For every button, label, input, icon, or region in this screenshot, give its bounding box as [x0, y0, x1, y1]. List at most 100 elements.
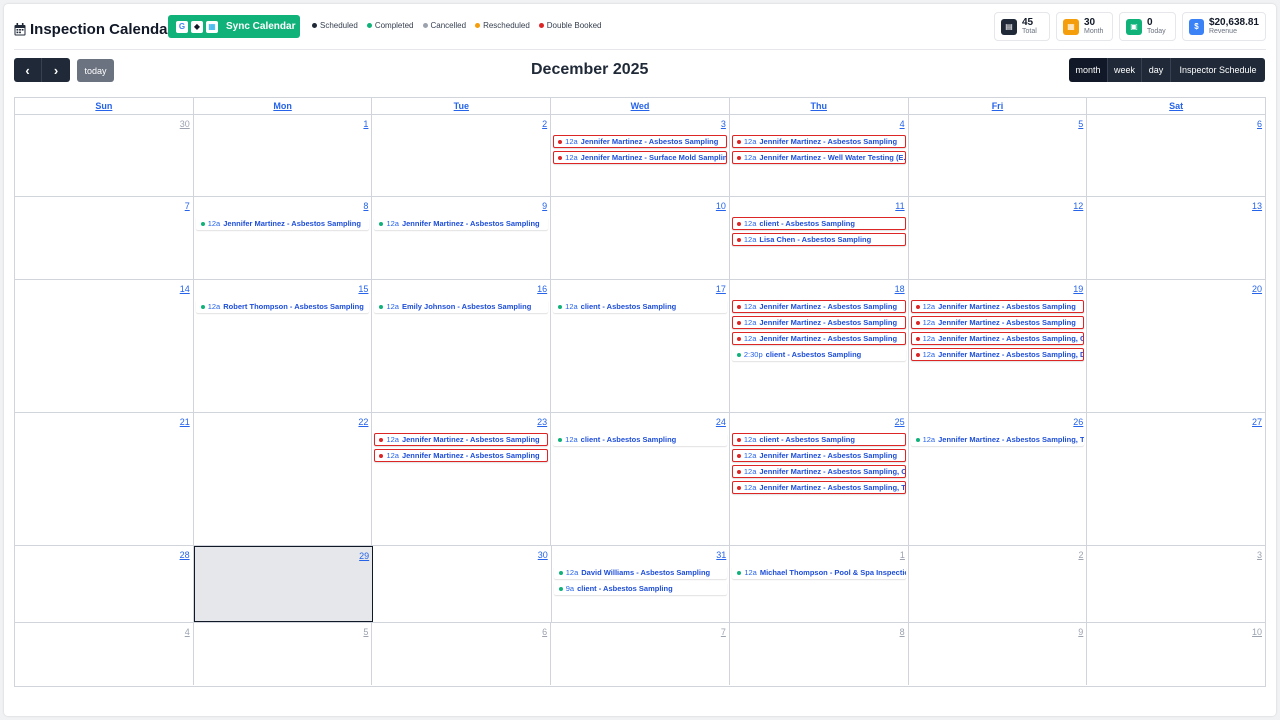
- day-cell[interactable]: 2: [372, 115, 552, 196]
- day-number[interactable]: 4: [900, 119, 905, 129]
- day-cell[interactable]: 20: [1087, 280, 1265, 412]
- day-number[interactable]: 7: [185, 201, 190, 211]
- weekday-header-mon[interactable]: Mon: [194, 98, 373, 114]
- day-cell[interactable]: 18 12a Jennifer Martinez - Asbestos Sampli…: [730, 280, 909, 412]
- view-month-button[interactable]: month: [1069, 58, 1108, 82]
- day-cell[interactable]: 7: [551, 623, 730, 685]
- day-number[interactable]: 2: [542, 119, 547, 129]
- day-number[interactable]: 7: [721, 627, 726, 637]
- calendar-event[interactable]: 9a client - Asbestos Sampling: [553, 582, 728, 595]
- day-cell[interactable]: 5: [909, 115, 1088, 196]
- day-number[interactable]: 23: [537, 417, 547, 427]
- day-number[interactable]: 17: [716, 284, 726, 294]
- calendar-event[interactable]: 12a Jennifer Martinez - Asbestos Sampling: [731, 316, 906, 329]
- day-number[interactable]: 31: [716, 550, 726, 560]
- calendar-event[interactable]: 12a Jennifer Martinez - Asbestos Sampling: [374, 433, 549, 446]
- day-cell[interactable]: 28: [15, 546, 194, 622]
- day-number[interactable]: 30: [180, 119, 190, 129]
- view-inspector-schedule-button[interactable]: Inspector Schedule: [1171, 58, 1265, 82]
- calendar-event[interactable]: 12a Jennifer Martinez - Asbestos Sampling: [195, 217, 370, 230]
- day-cell[interactable]: 31 12a David Williams - Asbestos Sampling 9…: [552, 546, 731, 622]
- calendar-event[interactable]: 12a Jennifer Martinez - Asbestos Sampling…: [731, 465, 906, 478]
- day-cell[interactable]: 3: [1087, 546, 1265, 622]
- day-number[interactable]: 20: [1252, 284, 1262, 294]
- calendar-event[interactable]: 12a David Williams - Asbestos Sampling: [553, 566, 728, 579]
- day-cell[interactable]: 6: [1087, 115, 1265, 196]
- day-cell[interactable]: 14: [15, 280, 194, 412]
- day-number[interactable]: 26: [1073, 417, 1083, 427]
- day-number[interactable]: 10: [716, 201, 726, 211]
- day-number[interactable]: 25: [895, 417, 905, 427]
- calendar-event[interactable]: 12a client - Asbestos Sampling: [731, 217, 906, 230]
- calendar-event[interactable]: 12a Jennifer Martinez - Asbestos Sampling…: [731, 481, 906, 494]
- today-button[interactable]: today: [77, 59, 114, 82]
- calendar-event[interactable]: 12a Jennifer Martinez - Asbestos Sampling…: [910, 332, 1085, 345]
- day-cell[interactable]: 15 12a Robert Thompson - Asbestos Sampling: [194, 280, 373, 412]
- day-cell[interactable]: 21: [15, 413, 194, 545]
- day-cell[interactable]: 10: [1087, 623, 1265, 685]
- day-number[interactable]: 3: [721, 119, 726, 129]
- day-cell[interactable]: 24 12a client - Asbestos Sampling: [551, 413, 730, 545]
- day-number[interactable]: 18: [895, 284, 905, 294]
- day-cell[interactable]: 12: [909, 197, 1088, 279]
- day-cell[interactable]: 4 12a Jennifer Martinez - Asbestos Samplin…: [730, 115, 909, 196]
- day-number[interactable]: 9: [1078, 627, 1083, 637]
- day-cell[interactable]: 1: [194, 115, 373, 196]
- day-number[interactable]: 21: [180, 417, 190, 427]
- calendar-event[interactable]: 12a client - Asbestos Sampling: [553, 433, 727, 446]
- weekday-header-thu[interactable]: Thu: [730, 98, 909, 114]
- day-number[interactable]: 15: [358, 284, 368, 294]
- calendar-event[interactable]: 12a Jennifer Martinez - Asbestos Sampling: [374, 449, 549, 462]
- day-number[interactable]: 6: [1257, 119, 1262, 129]
- day-cell[interactable]: 9: [909, 623, 1088, 685]
- day-cell[interactable]: 9 12a Jennifer Martinez - Asbestos Samplin…: [372, 197, 552, 279]
- day-cell[interactable]: 8: [730, 623, 909, 685]
- day-number[interactable]: 4: [185, 627, 190, 637]
- day-cell[interactable]: 22: [194, 413, 373, 545]
- day-cell[interactable]: 17 12a client - Asbestos Sampling: [551, 280, 730, 412]
- day-cell[interactable]: 5: [194, 623, 373, 685]
- day-cell[interactable]: 25 12a client - Asbestos Sampling 12a Jennif…: [730, 413, 909, 545]
- day-cell[interactable]: 30: [373, 546, 552, 622]
- calendar-event[interactable]: 12a Emily Johnson - Asbestos Sampling: [374, 300, 549, 313]
- day-cell[interactable]: 30: [15, 115, 194, 196]
- day-cell[interactable]: 4: [15, 623, 194, 685]
- view-week-button[interactable]: week: [1108, 58, 1142, 82]
- calendar-event[interactable]: 12a Michael Thompson - Pool & Spa Inspect…: [732, 566, 906, 579]
- day-number[interactable]: 1: [900, 550, 905, 560]
- day-number[interactable]: 12: [1073, 201, 1083, 211]
- day-number[interactable]: 29: [359, 551, 369, 561]
- day-cell[interactable]: 2: [909, 546, 1088, 622]
- calendar-event[interactable]: 12a Robert Thompson - Asbestos Sampling: [195, 300, 370, 313]
- view-day-button[interactable]: day: [1142, 58, 1171, 82]
- calendar-event[interactable]: 12a Jennifer Martinez - Asbestos Sampling: [910, 316, 1085, 329]
- day-cell[interactable]: 19 12a Jennifer Martinez - Asbestos Sampli…: [909, 280, 1088, 412]
- day-cell[interactable]: 7: [15, 197, 194, 279]
- day-number[interactable]: 3: [1257, 550, 1262, 560]
- weekday-header-sun[interactable]: Sun: [15, 98, 194, 114]
- day-cell[interactable]: 26 12a Jennifer Martinez - Asbestos Sampli…: [909, 413, 1088, 545]
- calendar-event[interactable]: 12a Jennifer Martinez - Asbestos Sampling…: [910, 433, 1085, 446]
- day-number[interactable]: 27: [1252, 417, 1262, 427]
- day-cell[interactable]: 1 12a Michael Thompson - Pool & Spa Inspec…: [730, 546, 909, 622]
- day-number[interactable]: 16: [537, 284, 547, 294]
- day-cell[interactable]: 3 12a Jennifer Martinez - Asbestos Samplin…: [551, 115, 730, 196]
- calendar-event[interactable]: 2:30p client - Asbestos Sampling: [731, 348, 906, 361]
- calendar-event[interactable]: 12a Jennifer Martinez - Asbestos Sampling: [731, 449, 906, 462]
- day-number[interactable]: 8: [900, 627, 905, 637]
- calendar-event[interactable]: 12a Jennifer Martinez - Asbestos Sampling: [553, 135, 727, 148]
- sync-calendar-button[interactable]: G ◆ ▦ Sync Calendar: [168, 15, 300, 38]
- day-cell[interactable]: 8 12a Jennifer Martinez - Asbestos Samplin…: [194, 197, 373, 279]
- day-number[interactable]: 19: [1073, 284, 1083, 294]
- weekday-header-fri[interactable]: Fri: [909, 98, 1088, 114]
- calendar-event[interactable]: 12a Jennifer Martinez - Asbestos Sampling: [731, 300, 906, 313]
- day-number[interactable]: 8: [363, 201, 368, 211]
- day-cell[interactable]: 6: [372, 623, 552, 685]
- day-number[interactable]: 13: [1252, 201, 1262, 211]
- day-cell[interactable]: 29: [193, 546, 374, 622]
- weekday-header-wed[interactable]: Wed: [551, 98, 730, 114]
- weekday-header-sat[interactable]: Sat: [1087, 98, 1265, 114]
- calendar-event[interactable]: 12a Jennifer Martinez - Asbestos Sampling: [910, 300, 1085, 313]
- day-number[interactable]: 2: [1078, 550, 1083, 560]
- day-number[interactable]: 1: [363, 119, 368, 129]
